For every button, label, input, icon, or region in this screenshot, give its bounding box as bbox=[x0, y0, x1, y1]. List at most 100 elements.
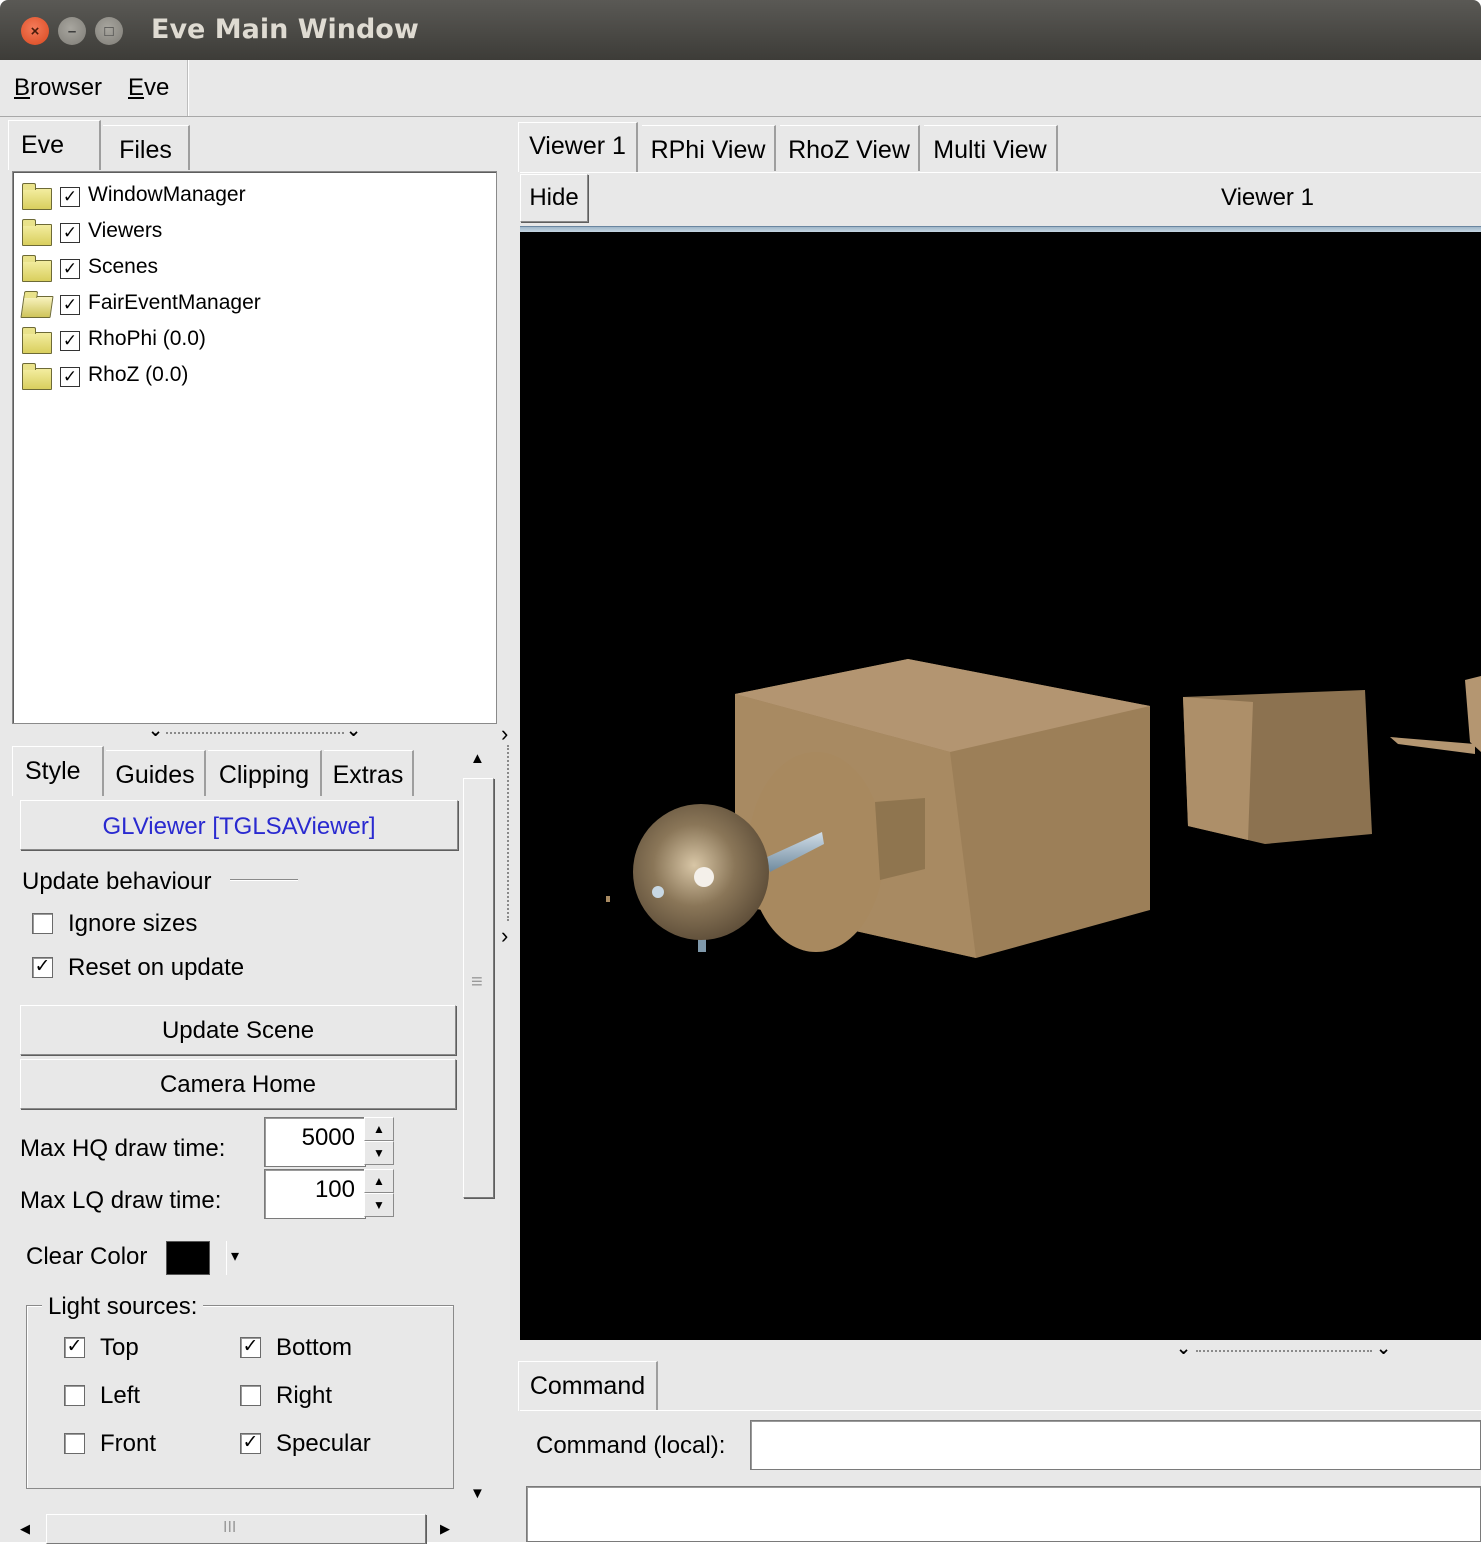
vertical-splitter[interactable]: ⌄ ⌄ bbox=[148, 720, 364, 742]
light-sources-label: Light sources: bbox=[42, 1293, 204, 1321]
object-name-button[interactable]: GLViewer [TGLSAViewer] bbox=[20, 800, 458, 850]
tab-viewer-1[interactable]: Viewer 1 bbox=[518, 122, 638, 172]
light-right-checkbox[interactable] bbox=[240, 1385, 261, 1406]
splitter-dots bbox=[166, 732, 344, 734]
viewer-title: Viewer 1 bbox=[1221, 184, 1314, 211]
ignore-sizes-label: Ignore sizes bbox=[68, 910, 198, 937]
light-front-checkbox[interactable] bbox=[64, 1433, 85, 1454]
collapse-arrow-icon[interactable]: › bbox=[501, 721, 508, 747]
tree-item-label: RhoPhi (0.0) bbox=[88, 327, 206, 350]
light-left-label: Left bbox=[100, 1382, 141, 1409]
h-scrollbar-thumb[interactable]: III bbox=[46, 1514, 426, 1544]
tab-style[interactable]: Style bbox=[12, 746, 104, 796]
scroll-left-icon[interactable]: ◀ bbox=[20, 1520, 30, 1538]
scroll-down-icon[interactable]: ▼ bbox=[470, 1485, 485, 1502]
tree-item-label: Scenes bbox=[88, 255, 159, 278]
max-hq-up-button[interactable]: ▲ bbox=[364, 1117, 394, 1141]
closed-folder-icon bbox=[22, 219, 52, 246]
scrollbar-thumb[interactable]: ≡ bbox=[463, 778, 494, 1198]
minimize-window-icon[interactable]: – bbox=[58, 17, 86, 45]
max-lq-label: Max LQ draw time: bbox=[20, 1187, 222, 1214]
editor-horizontal-scrollbar[interactable]: ◀ III ▶ bbox=[12, 1512, 462, 1544]
max-hq-input[interactable]: 5000 bbox=[264, 1117, 366, 1167]
scroll-right-glyph: ▶ bbox=[440, 1521, 450, 1536]
tree-checkbox[interactable]: ✓ bbox=[60, 295, 80, 315]
camera-home-button[interactable]: Camera Home bbox=[20, 1059, 456, 1109]
reset-on-update-label: Reset on update bbox=[68, 954, 245, 981]
tab-files[interactable]: Files bbox=[103, 125, 190, 170]
menu-eve[interactable]: Eve bbox=[128, 74, 169, 102]
reset-on-update-checkbox[interactable]: ✓ bbox=[32, 957, 53, 978]
tab-eve[interactable]: Eve bbox=[8, 120, 101, 170]
max-hq-down-button[interactable]: ▼ bbox=[364, 1141, 394, 1165]
menu-browser-accel: B bbox=[14, 74, 31, 101]
closed-folder-icon bbox=[22, 327, 52, 354]
tree-checkbox[interactable]: ✓ bbox=[60, 223, 80, 243]
light-left-checkbox[interactable] bbox=[64, 1385, 85, 1406]
gl-viewport[interactable] bbox=[520, 232, 1481, 1340]
viewer-command-splitter[interactable]: ⌄ ⌄ bbox=[1176, 1338, 1396, 1360]
window-title: Eve Main Window bbox=[151, 14, 419, 45]
tab-extras[interactable]: Extras bbox=[324, 750, 414, 796]
tab-guides[interactable]: Guides bbox=[106, 750, 206, 796]
menu-bar bbox=[0, 60, 1481, 117]
ignore-sizes-checkbox[interactable] bbox=[32, 913, 53, 934]
command-output bbox=[526, 1486, 1481, 1542]
light-top-checkbox[interactable]: ✓ bbox=[64, 1337, 85, 1358]
close-window-icon[interactable]: × bbox=[21, 17, 49, 45]
chevron-down-icon: ⌄ bbox=[148, 720, 164, 740]
update-behaviour-label: Update behaviour bbox=[22, 868, 212, 895]
open-folder-icon bbox=[20, 296, 54, 318]
light-specular-checkbox[interactable]: ✓ bbox=[240, 1433, 261, 1454]
far-fragment bbox=[1390, 737, 1475, 754]
horizontal-splitter[interactable]: › › bbox=[498, 117, 520, 1542]
command-input[interactable] bbox=[750, 1420, 1481, 1470]
tree-item-label: FairEventManager bbox=[88, 291, 261, 314]
clear-color-label: Clear Color bbox=[26, 1243, 148, 1270]
collapse-arrow-icon[interactable]: › bbox=[501, 923, 508, 949]
tab-rphi-view[interactable]: RPhi View bbox=[642, 125, 776, 171]
tree-checkbox[interactable]: ✓ bbox=[60, 187, 80, 207]
light-specular-label: Specular bbox=[276, 1430, 371, 1457]
menu-separator bbox=[187, 60, 189, 116]
tree-checkbox[interactable]: ✓ bbox=[60, 331, 80, 351]
scroll-right-icon[interactable]: ▶ bbox=[440, 1520, 450, 1538]
maximize-window-icon[interactable]: □ bbox=[95, 17, 123, 45]
tab-multi-view[interactable]: Multi View bbox=[924, 125, 1058, 171]
tab-clipping[interactable]: Clipping bbox=[208, 750, 322, 796]
viewer-header bbox=[520, 172, 1481, 222]
scroll-left-glyph: ◀ bbox=[20, 1521, 30, 1536]
editor-vertical-scrollbar[interactable]: ▲ ≡ ▼ bbox=[462, 750, 496, 1510]
splitter-dots bbox=[507, 745, 509, 921]
max-lq-down-button[interactable]: ▼ bbox=[364, 1193, 394, 1217]
disk bbox=[748, 752, 884, 952]
scroll-up-icon[interactable]: ▲ bbox=[470, 750, 485, 767]
tab-command[interactable]: Command bbox=[518, 1361, 658, 1411]
color-separator bbox=[226, 1241, 227, 1275]
tree-checkbox[interactable]: ✓ bbox=[60, 367, 80, 387]
chevron-down-icon: ⌄ bbox=[1376, 1338, 1392, 1358]
light-bottom-checkbox[interactable]: ✓ bbox=[240, 1337, 261, 1358]
splitter-dots bbox=[1196, 1350, 1372, 1352]
tree-item-label: Viewers bbox=[88, 219, 163, 242]
tree-checkbox[interactable]: ✓ bbox=[60, 259, 80, 279]
chevron-down-icon: ⌄ bbox=[1176, 1338, 1192, 1358]
tiny-fragment bbox=[606, 896, 610, 902]
clear-color-swatch[interactable] bbox=[166, 1241, 210, 1275]
dropdown-arrow-icon[interactable]: ▾ bbox=[231, 1246, 239, 1266]
update-scene-button[interactable]: Update Scene bbox=[20, 1005, 456, 1055]
max-lq-up-button[interactable]: ▲ bbox=[364, 1169, 394, 1193]
hide-button[interactable]: Hide bbox=[520, 174, 588, 222]
closed-folder-icon bbox=[22, 255, 52, 282]
small-box-left bbox=[1183, 697, 1253, 840]
light-bottom-label: Bottom bbox=[276, 1334, 353, 1361]
tree-list[interactable] bbox=[12, 171, 497, 724]
tab-rhoz-view[interactable]: RhoZ View bbox=[780, 125, 920, 171]
max-lq-input[interactable]: 100 bbox=[264, 1169, 366, 1219]
sphere-stub bbox=[652, 886, 664, 898]
menu-browser[interactable]: Browser bbox=[14, 74, 102, 102]
group-line bbox=[230, 879, 298, 881]
closed-folder-icon bbox=[22, 183, 52, 210]
menu-eve-accel: E bbox=[128, 74, 145, 101]
light-right-label: Right bbox=[276, 1382, 333, 1409]
